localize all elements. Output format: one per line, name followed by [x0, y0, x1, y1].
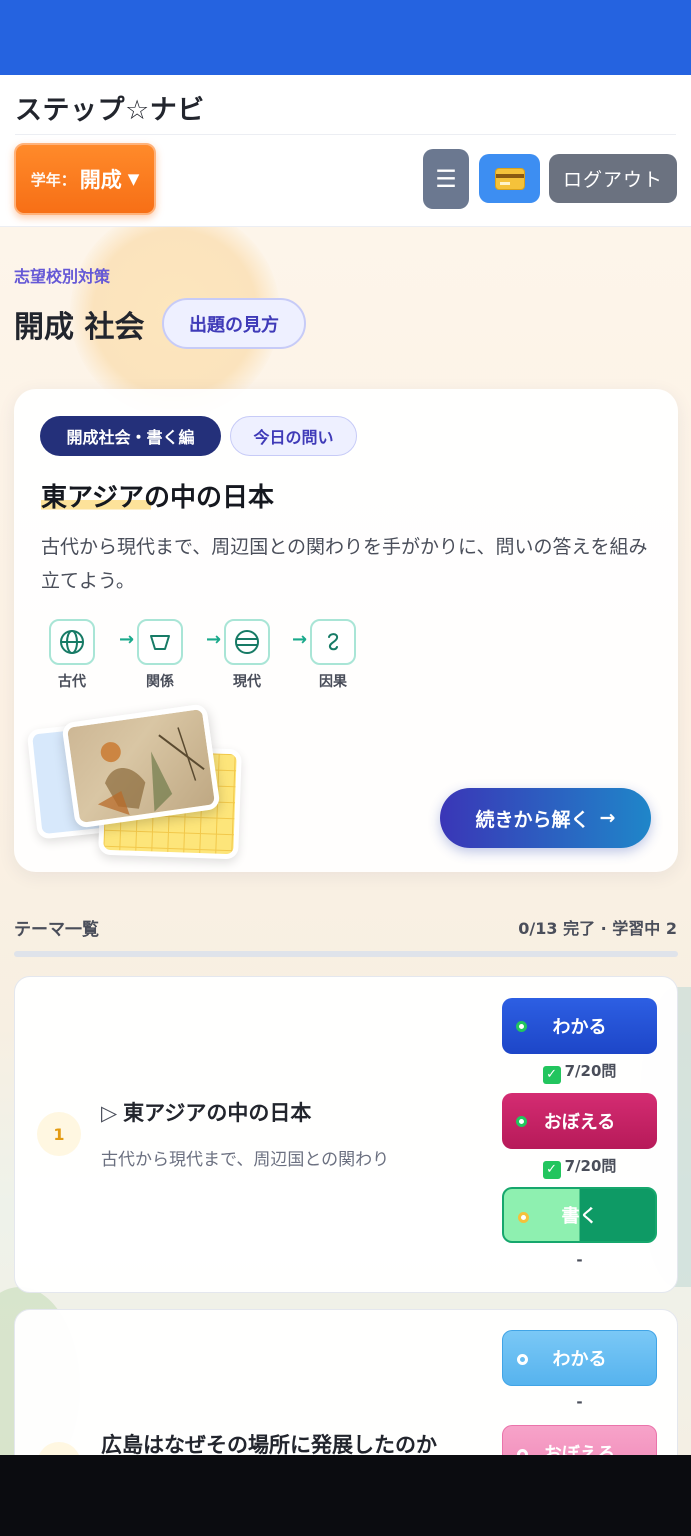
- wakaru-label: わかる: [552, 1017, 607, 1038]
- globe-icon: [49, 619, 95, 665]
- page-title: 開成 社会: [14, 310, 145, 345]
- curl-icon: [310, 619, 356, 665]
- navigation-bar: [0, 1455, 691, 1536]
- theme-list-heading: テーマ一覧: [14, 920, 99, 940]
- status-dot-icon: [518, 1212, 529, 1223]
- oboeru-label: おぼえる: [543, 1444, 616, 1455]
- theme-number-badge: [37, 1442, 81, 1455]
- hero-card: 開成社会・書く編 今日の問い 東アジアの中の日本 古代から現代まで、周辺国との関…: [14, 389, 678, 872]
- app-header: ステップ☆ナビ 学年： 開成 ▼ ☰ ログアウト: [0, 75, 691, 227]
- theme-number-badge: 1: [37, 1112, 81, 1156]
- kaku-label: 書く: [561, 1206, 598, 1227]
- caret-down-icon: ▼: [127, 170, 140, 188]
- credit-card-icon: [494, 167, 525, 190]
- logout-button[interactable]: ログアウト: [549, 154, 677, 203]
- circle-lines-icon: [224, 619, 270, 665]
- flow-label: 古代: [58, 674, 86, 690]
- grade-select-button[interactable]: 学年： 開成 ▼: [14, 143, 156, 215]
- wakaru-progress: ✓ 7/20問: [502, 1060, 657, 1084]
- hero-description: 古代から現代まで、周辺国との関わりを手がかりに、問いの答えを組み立てよう。: [41, 536, 648, 592]
- hero-title: 東アジアの中の日本: [41, 477, 274, 514]
- scroll-painting-image: [61, 703, 221, 829]
- howto-button[interactable]: 出題の見方: [162, 298, 306, 349]
- wakaru-button[interactable]: わかる: [502, 1330, 657, 1386]
- kaku-progress: -: [576, 1251, 583, 1269]
- status-dot-icon: [516, 1116, 527, 1127]
- status-bar: [0, 0, 691, 75]
- grade-label: 学年：: [30, 170, 76, 189]
- flow-arrow-icon: →: [119, 629, 135, 650]
- flow-step-relation: 関係: [137, 619, 183, 691]
- theme-card[interactable]: 1 ▷ 東アジアの中の日本 古代から現代まで、周辺国との関わり わかる ✓ 7/20…: [14, 976, 678, 1293]
- oboeru-button[interactable]: おぼえる: [502, 1425, 657, 1455]
- check-icon: ✓: [542, 1161, 561, 1179]
- flow-arrow-icon: →: [292, 629, 308, 650]
- flow-label: 因果: [319, 674, 347, 690]
- theme-title-text: 東アジアの中の日本: [123, 1101, 312, 1125]
- grade-value: 開成: [79, 168, 122, 192]
- header-divider: [15, 134, 676, 135]
- flow-step-cause: 因果: [310, 619, 356, 691]
- app-title: ステップ☆ナビ: [15, 95, 205, 126]
- flow-label: 関係: [146, 674, 174, 690]
- arrow-right-icon: →: [599, 807, 616, 829]
- continue-button[interactable]: 続きから解く →: [440, 788, 651, 848]
- theme-title[interactable]: 広島はなぜその場所に発展したのか: [101, 1429, 437, 1455]
- wakaru-label: わかる: [552, 1349, 607, 1370]
- flow-step-modern: 現代: [224, 619, 270, 691]
- flow-step-ancient: 古代: [49, 619, 95, 691]
- oboeru-progress: ✓ 7/20問: [502, 1155, 657, 1179]
- check-icon: ✓: [542, 1066, 561, 1084]
- wakaru-progress: -: [576, 1393, 583, 1411]
- page-eyebrow: 志望校別対策: [14, 267, 111, 286]
- kaku-button[interactable]: 書く: [502, 1187, 657, 1243]
- today-question-chip: 今日の問い: [230, 416, 357, 456]
- billing-button[interactable]: [479, 154, 540, 203]
- flow-arrow-icon: →: [206, 629, 222, 650]
- menu-button[interactable]: ☰: [423, 149, 469, 209]
- oboeru-label: おぼえる: [543, 1112, 616, 1133]
- oboeru-button[interactable]: おぼえる: [502, 1093, 657, 1149]
- theme-card[interactable]: 広島はなぜその場所に発展したのか わかる - おぼえる: [14, 1309, 678, 1455]
- theme-progress-bar: [14, 951, 678, 957]
- illustration-card-stack: [22, 703, 242, 869]
- play-icon: ▷: [101, 1101, 118, 1125]
- bowl-icon: [137, 619, 183, 665]
- flow-label: 現代: [233, 674, 261, 690]
- theme-list-stats: 0/13 完了 · 学習中 2: [518, 919, 677, 938]
- theme-subtitle: 古代から現代まで、周辺国との関わり: [101, 1150, 390, 1170]
- wakaru-button[interactable]: わかる: [502, 998, 657, 1054]
- status-dot-icon: [516, 1021, 527, 1032]
- main-content[interactable]: 志望校別対策 開成 社会 出題の見方 開成社会・書く編 今日の問い 東アジアの中…: [0, 227, 691, 1455]
- hamburger-icon: ☰: [435, 165, 457, 193]
- series-chip: 開成社会・書く編: [40, 416, 221, 456]
- status-dot-icon: [517, 1354, 528, 1365]
- continue-label: 続きから解く: [475, 808, 590, 831]
- theme-title[interactable]: ▷ 東アジアの中の日本: [101, 1097, 311, 1127]
